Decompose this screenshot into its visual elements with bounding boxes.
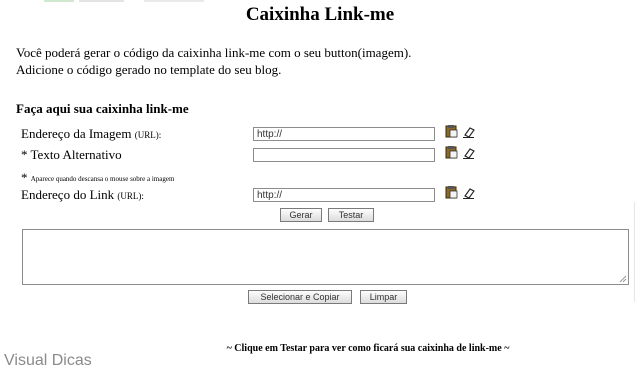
alt-text-label-text: Texto Alternativo (30, 147, 122, 162)
page-title: Caixinha Link-me (245, 4, 395, 25)
footer-hint: ~ Clique em Testar para ver como ficará … (226, 343, 510, 354)
image-url-input[interactable] (253, 127, 435, 141)
image-url-label: Endereço da Imagem (URL): (21, 126, 161, 142)
image-url-label-suffix: (URL): (134, 130, 162, 140)
link-url-label-suffix: (URL): (117, 191, 144, 201)
paste-icon[interactable] (444, 124, 458, 138)
link-url-input[interactable] (253, 188, 435, 202)
intro-line-1: Você poderá gerar o código da caixinha l… (16, 45, 412, 60)
section-title: Faça aqui sua caixinha link-me (16, 101, 189, 116)
eraser-icon[interactable] (462, 186, 476, 200)
page-edge-line (634, 202, 640, 302)
alt-text-note: * Aparece quando descansa o mouse sobre … (21, 170, 174, 186)
resize-grip-icon[interactable] (619, 275, 627, 283)
paste-icon[interactable] (444, 185, 458, 199)
alt-text-note-text: Aparece quando descansa o mouse sobre a … (30, 175, 175, 183)
link-url-label-text: Endereço do Link (21, 187, 115, 202)
clear-button[interactable]: Limpar (360, 290, 407, 304)
alt-text-label: * Texto Alternativo (21, 147, 122, 163)
eraser-icon[interactable] (462, 125, 476, 139)
link-url-label: Endereço do Link (URL): (21, 187, 144, 203)
generated-code-textarea[interactable] (22, 229, 629, 285)
test-button[interactable]: Testar (328, 208, 374, 222)
select-copy-button[interactable]: Selecionar e Copiar (248, 290, 352, 304)
top-decoration (44, 0, 244, 3)
alt-text-star: * (21, 147, 28, 162)
credit-watermark: Visual Dicas (4, 352, 92, 369)
intro-line-2: Adicione o código gerado no template do … (16, 62, 282, 77)
generate-button[interactable]: Gerar (280, 208, 322, 222)
alt-text-note-star: * (21, 170, 28, 185)
eraser-icon[interactable] (462, 146, 476, 160)
image-url-label-text: Endereço da Imagem (21, 126, 132, 141)
paste-icon[interactable] (444, 145, 458, 159)
alt-text-input[interactable] (253, 148, 435, 162)
